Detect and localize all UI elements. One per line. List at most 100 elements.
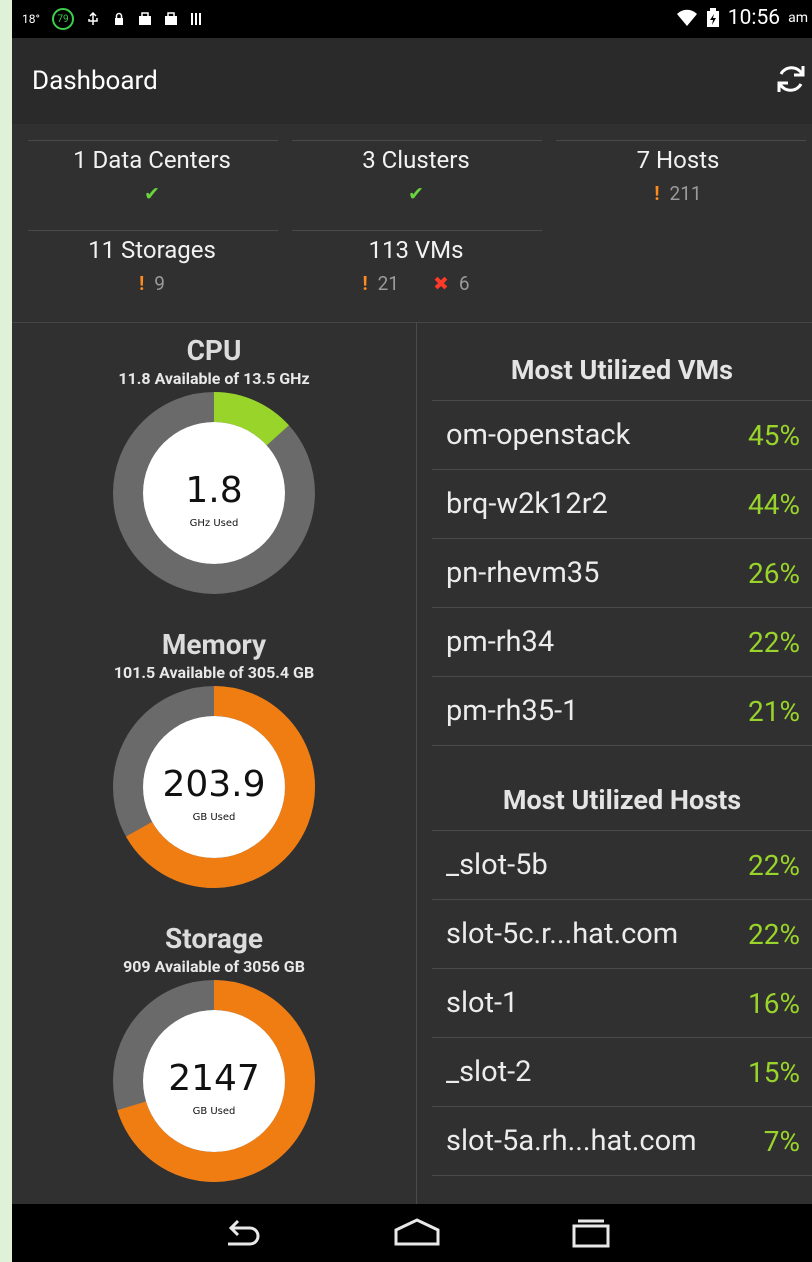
home-icon[interactable] [392, 1216, 442, 1250]
app-frame: 18° 79 10:56 am Dashboard 1 Data Centers… [12, 0, 812, 1262]
clock-time: 10:56 [727, 6, 781, 30]
summary-status: ! 21 ✖ 6 [290, 272, 542, 295]
list-item[interactable]: pm-rh34 22% [432, 608, 812, 677]
error-icon: ✖ [432, 272, 449, 295]
divider [28, 230, 278, 231]
back-icon[interactable] [218, 1216, 268, 1250]
item-name: pm-rh34 [446, 625, 555, 659]
summary-label: 3 Clusters [362, 146, 470, 174]
check-icon: ✔ [144, 182, 160, 205]
list-item[interactable]: om-openstack 45% [432, 401, 812, 470]
item-name: om-openstack [446, 418, 631, 452]
gauge-value: 203.9 [162, 764, 265, 805]
item-percent: 45% [748, 418, 800, 452]
gauge-unit: GB Used [193, 812, 236, 823]
navigation-bar [12, 1204, 812, 1262]
memory-donut-chart: 203.9 GB Used [113, 686, 315, 888]
recent-apps-icon[interactable] [566, 1216, 616, 1250]
item-percent: 22% [748, 625, 800, 659]
badge-icon: 79 [51, 8, 74, 30]
refresh-icon[interactable] [772, 60, 810, 98]
gauge-value: 1.8 [185, 470, 242, 511]
gauge-title: CPU [186, 334, 242, 367]
warning-count: 9 [154, 272, 165, 295]
summary-label: 11 Storages [88, 236, 216, 264]
lock-icon [114, 12, 123, 25]
divider [292, 140, 542, 141]
notification-icons: 18° 79 [22, 8, 204, 30]
gauge-title: Memory [161, 628, 267, 661]
item-name: slot-5c.r...hat.com [446, 917, 679, 951]
cpu-donut-chart: 1.8 GHz Used [113, 392, 315, 594]
divider [28, 140, 278, 141]
list-item[interactable]: _slot-2 15% [432, 1038, 812, 1107]
page-title: Dashboard [32, 66, 158, 96]
item-name: _slot-5b [446, 848, 548, 882]
list-item[interactable]: slot-5a.rh...hat.com 7% [432, 1107, 812, 1176]
most-utilized-hosts-list: Most Utilized Hosts _slot-5b 22% slot-5c.… [432, 770, 812, 1176]
summary-hosts[interactable]: 7 Hosts ! 211 [552, 146, 804, 205]
system-icons: 10:56 am [676, 6, 808, 30]
barcode-icon [190, 13, 201, 25]
column-divider [416, 322, 417, 1204]
check-icon: ✔ [408, 182, 424, 205]
gauge-subtitle: 11.8 Available of 13.5 GHz [118, 369, 310, 388]
item-name: slot-1 [446, 986, 519, 1020]
status-bar: 18° 79 10:56 am [12, 0, 812, 38]
summary-grid: 1 Data Centers ✔ 3 Clusters ✔ 7 Hosts ! 2… [12, 124, 812, 323]
clock-ampm: am [788, 10, 808, 26]
gauge-subtitle: 101.5 Available of 305.4 GB [113, 663, 315, 682]
list-item[interactable]: pm-rh35-1 21% [432, 677, 812, 746]
warning-icon: ! [139, 272, 145, 295]
summary-data-centers[interactable]: 1 Data Centers ✔ [26, 146, 278, 205]
list-item[interactable]: brq-w2k12r2 44% [432, 470, 812, 539]
item-percent: 22% [748, 917, 800, 951]
list-item[interactable]: pn-rhevm35 26% [432, 539, 812, 608]
item-name: brq-w2k12r2 [446, 487, 608, 521]
summary-status: ✔ [26, 182, 278, 205]
summary-vms[interactable]: 113 VMs ! 21 ✖ 6 [290, 236, 542, 295]
item-name: slot-5a.rh...hat.com [446, 1124, 697, 1158]
wifi-icon [676, 9, 697, 26]
gauge-unit: GB Used [193, 1106, 236, 1117]
gauge-subtitle: 909 Available of 3056 GB [123, 957, 305, 976]
gauge-value: 2147 [168, 1058, 260, 1099]
item-percent: 44% [748, 487, 800, 521]
item-percent: 16% [748, 986, 800, 1020]
summary-status: ✔ [290, 182, 542, 205]
storage-gauge-panel: Storage 909 Available of 3056 GB 2147 GB… [12, 922, 416, 1186]
memory-gauge-panel: Memory 101.5 Available of 305.4 GB 203.9… [12, 628, 416, 892]
summary-status: ! 211 [552, 182, 804, 205]
item-name: _slot-2 [446, 1055, 532, 1089]
item-percent: 7% [763, 1124, 800, 1158]
summary-label: 7 Hosts [636, 146, 720, 174]
divider [556, 140, 806, 141]
most-utilized-vms-list: Most Utilized VMs om-openstack 45% brq-w2… [432, 340, 812, 746]
item-percent: 15% [748, 1055, 800, 1089]
warning-count: 21 [377, 272, 399, 295]
summary-label: 1 Data Centers [73, 146, 231, 174]
item-percent: 21% [748, 694, 800, 728]
warning-count: 211 [669, 182, 702, 205]
warning-icon: ! [362, 272, 368, 295]
item-name: pn-rhevm35 [446, 556, 600, 590]
item-name: pm-rh35-1 [446, 694, 579, 728]
item-percent: 22% [748, 848, 800, 882]
list-item[interactable]: slot-5c.r...hat.com 22% [432, 900, 812, 969]
item-percent: 26% [748, 556, 800, 590]
summary-storages[interactable]: 11 Storages ! 9 [26, 236, 278, 295]
battery-icon [706, 8, 719, 27]
list-item[interactable]: slot-1 16% [432, 969, 812, 1038]
bag-icon [138, 12, 151, 25]
summary-status: ! 9 [26, 272, 278, 295]
divider [292, 230, 542, 231]
action-bar: Dashboard [12, 38, 812, 124]
section-header: Most Utilized VMs [432, 340, 812, 401]
cpu-gauge-panel: CPU 11.8 Available of 13.5 GHz 1.8 GHz U… [12, 334, 416, 598]
warning-icon: ! [654, 182, 660, 205]
gauge-unit: GHz Used [190, 518, 239, 529]
bag-icon [164, 12, 177, 25]
summary-label: 113 VMs [368, 236, 464, 264]
list-item[interactable]: _slot-5b 22% [432, 831, 812, 900]
summary-clusters[interactable]: 3 Clusters ✔ [290, 146, 542, 205]
